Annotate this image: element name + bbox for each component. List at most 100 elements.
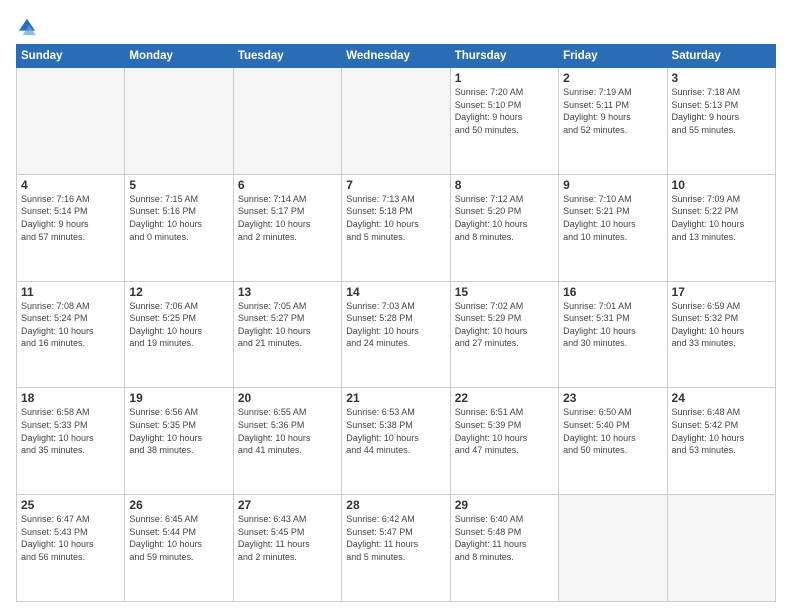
week-row-2: 11Sunrise: 7:08 AM Sunset: 5:24 PM Dayli… [17,281,776,388]
day-number: 7 [346,178,445,192]
calendar-cell: 6Sunrise: 7:14 AM Sunset: 5:17 PM Daylig… [233,174,341,281]
day-number: 9 [563,178,662,192]
day-number: 5 [129,178,228,192]
header-sunday: Sunday [17,45,125,68]
day-info: Sunrise: 7:01 AM Sunset: 5:31 PM Dayligh… [563,300,662,350]
calendar-cell: 10Sunrise: 7:09 AM Sunset: 5:22 PM Dayli… [667,174,775,281]
calendar-cell [559,495,667,602]
day-info: Sunrise: 6:55 AM Sunset: 5:36 PM Dayligh… [238,406,337,456]
day-info: Sunrise: 7:06 AM Sunset: 5:25 PM Dayligh… [129,300,228,350]
logo-icon [16,16,38,38]
day-info: Sunrise: 7:08 AM Sunset: 5:24 PM Dayligh… [21,300,120,350]
calendar-cell: 1Sunrise: 7:20 AM Sunset: 5:10 PM Daylig… [450,68,558,175]
calendar-cell: 3Sunrise: 7:18 AM Sunset: 5:13 PM Daylig… [667,68,775,175]
day-number: 21 [346,391,445,405]
day-info: Sunrise: 7:13 AM Sunset: 5:18 PM Dayligh… [346,193,445,243]
header [16,12,776,38]
day-info: Sunrise: 6:56 AM Sunset: 5:35 PM Dayligh… [129,406,228,456]
day-number: 27 [238,498,337,512]
calendar-cell: 12Sunrise: 7:06 AM Sunset: 5:25 PM Dayli… [125,281,233,388]
calendar-cell: 22Sunrise: 6:51 AM Sunset: 5:39 PM Dayli… [450,388,558,495]
day-info: Sunrise: 6:42 AM Sunset: 5:47 PM Dayligh… [346,513,445,563]
day-info: Sunrise: 6:50 AM Sunset: 5:40 PM Dayligh… [563,406,662,456]
calendar-cell: 29Sunrise: 6:40 AM Sunset: 5:48 PM Dayli… [450,495,558,602]
day-number: 28 [346,498,445,512]
header-saturday: Saturday [667,45,775,68]
day-info: Sunrise: 7:15 AM Sunset: 5:16 PM Dayligh… [129,193,228,243]
day-info: Sunrise: 7:05 AM Sunset: 5:27 PM Dayligh… [238,300,337,350]
day-info: Sunrise: 6:51 AM Sunset: 5:39 PM Dayligh… [455,406,554,456]
day-number: 3 [672,71,771,85]
day-info: Sunrise: 7:10 AM Sunset: 5:21 PM Dayligh… [563,193,662,243]
day-info: Sunrise: 7:09 AM Sunset: 5:22 PM Dayligh… [672,193,771,243]
day-info: Sunrise: 7:16 AM Sunset: 5:14 PM Dayligh… [21,193,120,243]
day-info: Sunrise: 6:58 AM Sunset: 5:33 PM Dayligh… [21,406,120,456]
day-info: Sunrise: 7:03 AM Sunset: 5:28 PM Dayligh… [346,300,445,350]
day-info: Sunrise: 6:45 AM Sunset: 5:44 PM Dayligh… [129,513,228,563]
day-number: 8 [455,178,554,192]
day-info: Sunrise: 7:12 AM Sunset: 5:20 PM Dayligh… [455,193,554,243]
day-number: 22 [455,391,554,405]
day-number: 12 [129,285,228,299]
calendar-cell: 9Sunrise: 7:10 AM Sunset: 5:21 PM Daylig… [559,174,667,281]
calendar-cell [233,68,341,175]
calendar-cell: 16Sunrise: 7:01 AM Sunset: 5:31 PM Dayli… [559,281,667,388]
day-number: 20 [238,391,337,405]
calendar-table: SundayMondayTuesdayWednesdayThursdayFrid… [16,44,776,602]
calendar-cell: 15Sunrise: 7:02 AM Sunset: 5:29 PM Dayli… [450,281,558,388]
header-friday: Friday [559,45,667,68]
calendar-cell: 28Sunrise: 6:42 AM Sunset: 5:47 PM Dayli… [342,495,450,602]
day-number: 4 [21,178,120,192]
day-info: Sunrise: 7:19 AM Sunset: 5:11 PM Dayligh… [563,86,662,136]
header-wednesday: Wednesday [342,45,450,68]
calendar-cell [342,68,450,175]
day-info: Sunrise: 7:20 AM Sunset: 5:10 PM Dayligh… [455,86,554,136]
day-number: 29 [455,498,554,512]
day-number: 14 [346,285,445,299]
calendar-cell: 13Sunrise: 7:05 AM Sunset: 5:27 PM Dayli… [233,281,341,388]
calendar-cell: 14Sunrise: 7:03 AM Sunset: 5:28 PM Dayli… [342,281,450,388]
calendar-cell: 2Sunrise: 7:19 AM Sunset: 5:11 PM Daylig… [559,68,667,175]
day-info: Sunrise: 6:53 AM Sunset: 5:38 PM Dayligh… [346,406,445,456]
header-thursday: Thursday [450,45,558,68]
day-info: Sunrise: 6:40 AM Sunset: 5:48 PM Dayligh… [455,513,554,563]
calendar-cell: 25Sunrise: 6:47 AM Sunset: 5:43 PM Dayli… [17,495,125,602]
day-number: 2 [563,71,662,85]
calendar-cell: 8Sunrise: 7:12 AM Sunset: 5:20 PM Daylig… [450,174,558,281]
day-number: 19 [129,391,228,405]
day-number: 25 [21,498,120,512]
week-row-0: 1Sunrise: 7:20 AM Sunset: 5:10 PM Daylig… [17,68,776,175]
day-number: 17 [672,285,771,299]
day-info: Sunrise: 6:59 AM Sunset: 5:32 PM Dayligh… [672,300,771,350]
calendar-cell: 26Sunrise: 6:45 AM Sunset: 5:44 PM Dayli… [125,495,233,602]
calendar-cell: 11Sunrise: 7:08 AM Sunset: 5:24 PM Dayli… [17,281,125,388]
day-number: 16 [563,285,662,299]
day-info: Sunrise: 7:14 AM Sunset: 5:17 PM Dayligh… [238,193,337,243]
day-number: 10 [672,178,771,192]
calendar-cell: 4Sunrise: 7:16 AM Sunset: 5:14 PM Daylig… [17,174,125,281]
day-number: 18 [21,391,120,405]
day-number: 6 [238,178,337,192]
calendar-cell [125,68,233,175]
header-tuesday: Tuesday [233,45,341,68]
day-number: 11 [21,285,120,299]
week-row-4: 25Sunrise: 6:47 AM Sunset: 5:43 PM Dayli… [17,495,776,602]
day-info: Sunrise: 6:47 AM Sunset: 5:43 PM Dayligh… [21,513,120,563]
calendar-cell: 5Sunrise: 7:15 AM Sunset: 5:16 PM Daylig… [125,174,233,281]
week-row-3: 18Sunrise: 6:58 AM Sunset: 5:33 PM Dayli… [17,388,776,495]
calendar-cell [667,495,775,602]
calendar-cell: 17Sunrise: 6:59 AM Sunset: 5:32 PM Dayli… [667,281,775,388]
day-number: 26 [129,498,228,512]
logo [16,16,42,38]
day-number: 15 [455,285,554,299]
day-number: 23 [563,391,662,405]
day-number: 24 [672,391,771,405]
calendar-cell: 23Sunrise: 6:50 AM Sunset: 5:40 PM Dayli… [559,388,667,495]
calendar-cell: 24Sunrise: 6:48 AM Sunset: 5:42 PM Dayli… [667,388,775,495]
day-info: Sunrise: 6:48 AM Sunset: 5:42 PM Dayligh… [672,406,771,456]
day-number: 13 [238,285,337,299]
header-row: SundayMondayTuesdayWednesdayThursdayFrid… [17,45,776,68]
day-info: Sunrise: 6:43 AM Sunset: 5:45 PM Dayligh… [238,513,337,563]
week-row-1: 4Sunrise: 7:16 AM Sunset: 5:14 PM Daylig… [17,174,776,281]
calendar-cell: 21Sunrise: 6:53 AM Sunset: 5:38 PM Dayli… [342,388,450,495]
